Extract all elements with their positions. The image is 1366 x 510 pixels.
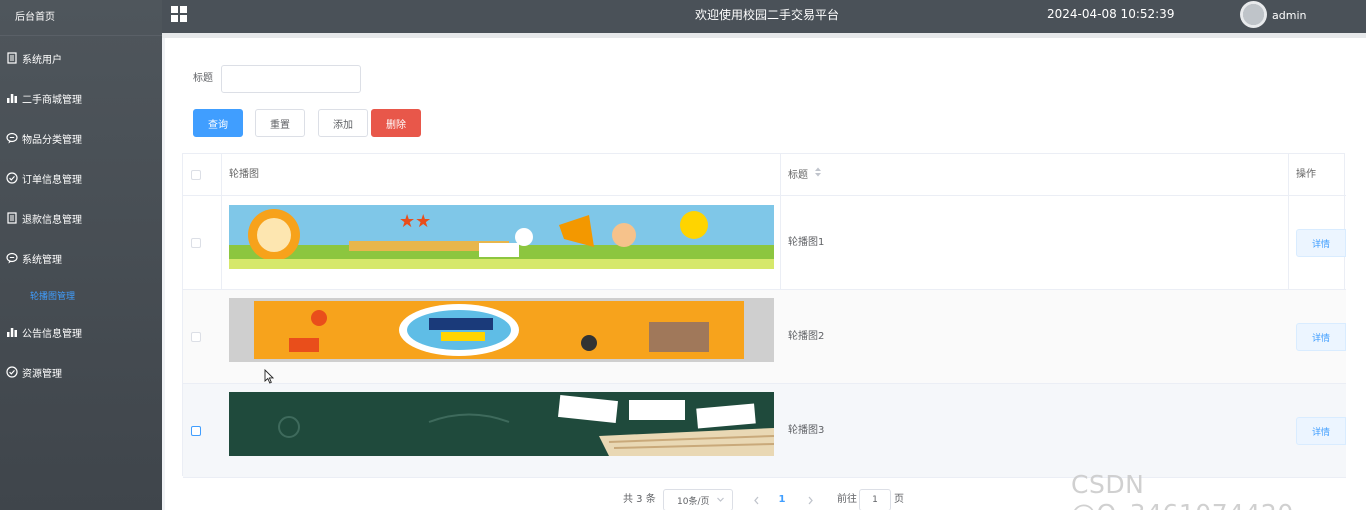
detail-button[interactable]: 详情 <box>1296 323 1346 351</box>
detail-button[interactable]: 详情 <box>1296 417 1346 445</box>
header-datetime: 2024-04-08 10:52:39 <box>1047 7 1175 21</box>
next-page-button[interactable] <box>804 490 816 510</box>
check-circle-icon <box>6 172 18 184</box>
sidebar-item-system-management[interactable]: 系统管理 <box>0 244 162 272</box>
chat-bubble-icon <box>6 252 18 264</box>
bar-chart-icon <box>6 92 18 104</box>
sidebar-item-label: 系统用户 <box>22 54 62 66</box>
sidebar-item-label: 二手商城管理 <box>22 94 82 106</box>
sort-icon[interactable] <box>814 154 822 196</box>
svg-text:★★: ★★ <box>399 211 431 232</box>
grid-menu-icon[interactable] <box>171 6 187 22</box>
goto-label: 前往 <box>837 494 857 505</box>
table-header: 轮播图 标题 操作 <box>183 154 1346 196</box>
select-all-checkbox[interactable] <box>191 170 201 180</box>
sidebar-item-label: 资源管理 <box>22 368 62 380</box>
column-header-title[interactable]: 标题 <box>788 154 822 196</box>
check-circle-icon <box>6 366 18 378</box>
page-size-select[interactable]: 10条/页 <box>663 489 733 510</box>
prev-page-button[interactable] <box>750 490 762 510</box>
avatar[interactable] <box>1240 1 1267 28</box>
sidebar-item-orders[interactable]: 订单信息管理 <box>0 164 162 192</box>
chevron-left-icon <box>753 496 758 504</box>
detail-button[interactable]: 详情 <box>1296 229 1346 257</box>
sidebar: 后台首页 系统用户 二手商城管理 物品分类管理 订单信息管理 退款信息管理 系统… <box>0 0 162 510</box>
sidebar-item-announcements[interactable]: 公告信息管理 <box>0 318 162 346</box>
column-header-actions: 操作 <box>1296 169 1316 180</box>
carousel-table: 轮播图 标题 操作 ★★ 轮播图1 详情 轮播图2 详情 轮播图3 详情 <box>182 153 1346 478</box>
table-row: 轮播图3 详情 <box>183 384 1346 478</box>
document-icon <box>6 52 18 64</box>
sidebar-item-label: 系统管理 <box>22 254 62 266</box>
sidebar-subitem-carousel[interactable]: 轮播图管理 <box>0 283 162 307</box>
sidebar-item-label: 物品分类管理 <box>22 134 82 146</box>
table-row: ★★ 轮播图1 详情 <box>183 196 1346 290</box>
banner-image-second-hand-goods <box>229 298 774 362</box>
column-header-title-label: 标题 <box>788 170 808 181</box>
goto-page-input[interactable] <box>859 489 891 510</box>
reset-button[interactable]: 重置 <box>255 109 305 137</box>
sidebar-item-category[interactable]: 物品分类管理 <box>0 124 162 152</box>
row-title: 轮播图3 <box>788 425 825 436</box>
sidebar-home-link[interactable]: 后台首页 <box>0 0 162 36</box>
mouse-cursor-icon <box>264 368 275 387</box>
page-size-value: 10条/页 <box>677 496 710 507</box>
banner-image-campus-season: ★★ <box>229 205 774 269</box>
row-checkbox[interactable] <box>191 332 201 342</box>
table-row: 轮播图2 详情 <box>183 290 1346 384</box>
search-label: 标题 <box>193 73 213 84</box>
delete-button[interactable]: 删除 <box>371 109 421 137</box>
row-title: 轮播图1 <box>788 237 825 248</box>
chat-bubble-icon <box>6 132 18 144</box>
chevron-down-icon <box>716 495 725 507</box>
page-number-current[interactable]: 1 <box>775 488 789 510</box>
title-search-input[interactable] <box>221 65 361 93</box>
pagination-total: 共 3 条 <box>623 494 656 505</box>
row-checkbox[interactable] <box>191 238 201 248</box>
chevron-right-icon <box>808 496 813 504</box>
goto-unit: 页 <box>894 494 904 505</box>
sidebar-item-label: 退款信息管理 <box>22 214 82 226</box>
sidebar-item-label: 订单信息管理 <box>22 174 82 186</box>
row-title: 轮播图2 <box>788 331 825 342</box>
sidebar-item-mall[interactable]: 二手商城管理 <box>0 84 162 112</box>
banner-image-back-to-school <box>229 392 774 456</box>
watermark: CSDN @Q_3461074420 <box>1071 470 1293 510</box>
sidebar-item-resources[interactable]: 资源管理 <box>0 358 162 386</box>
sidebar-item-system-users[interactable]: 系统用户 <box>0 44 162 72</box>
header-title: 欢迎使用校园二手交易平台 <box>695 8 840 22</box>
sidebar-item-label: 公告信息管理 <box>22 328 82 340</box>
bar-chart-icon <box>6 326 18 338</box>
top-header: 欢迎使用校园二手交易平台 2024-04-08 10:52:39 admin <box>162 0 1366 33</box>
column-header-image: 轮播图 <box>229 169 259 180</box>
header-username[interactable]: admin <box>1272 0 1306 31</box>
query-button[interactable]: 查询 <box>193 109 243 137</box>
row-checkbox[interactable] <box>191 426 201 436</box>
add-button[interactable]: 添加 <box>318 109 368 137</box>
sidebar-item-refunds[interactable]: 退款信息管理 <box>0 204 162 232</box>
document-icon <box>6 212 18 224</box>
